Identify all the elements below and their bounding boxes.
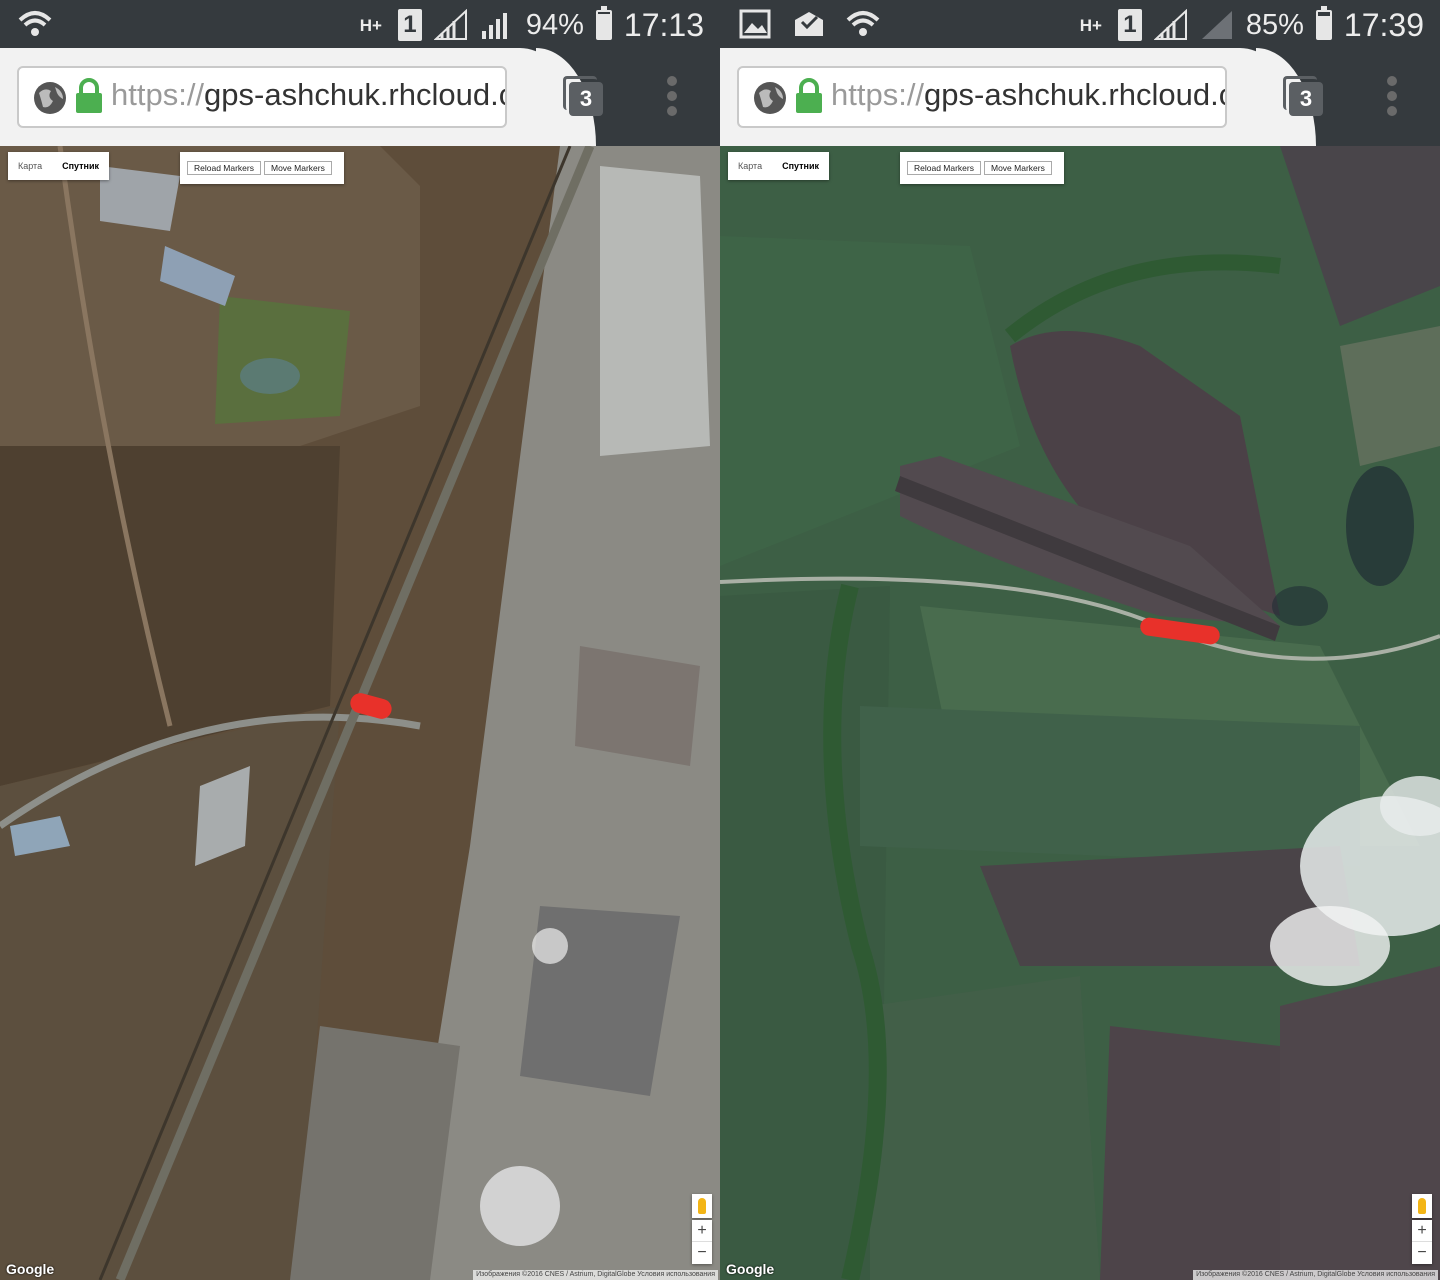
url-text: https://gps-ashchuk.rhcloud.c	[111, 77, 507, 112]
screenshot-left: H+ 1 94% 17:13 https://gps-ashchuk.rhclo…	[0, 0, 720, 1280]
gallery-icon	[739, 9, 771, 39]
zoom-out-button[interactable]: −	[692, 1242, 712, 1264]
reload-markers-button[interactable]: Reload Markers	[187, 161, 261, 175]
lock-icon	[76, 78, 102, 113]
map-attribution[interactable]: Изображения ©2016 CNES / Astrium, Digita…	[1193, 1270, 1438, 1280]
battery-icon	[595, 6, 612, 40]
signal-icon	[1201, 11, 1232, 39]
map-view[interactable]: Карта Спутник Reload Markers Move Marker…	[0, 146, 720, 1280]
clock: 17:13	[623, 6, 704, 43]
google-logo: Google	[6, 1261, 55, 1277]
clock: 17:39	[1343, 6, 1424, 43]
google-logo: Google	[726, 1261, 775, 1277]
zoom-control: + −	[692, 1220, 712, 1264]
marker-controls: Reload Markers Move Markers	[180, 152, 344, 184]
signal-icon	[433, 9, 467, 40]
tab-switcher-button[interactable]: 3	[563, 72, 607, 118]
network-type: H+	[359, 15, 382, 35]
street-view-pegman-icon[interactable]	[1412, 1194, 1432, 1218]
wifi-icon	[18, 11, 52, 36]
battery-icon	[1315, 6, 1332, 40]
overflow-menu-button[interactable]	[1384, 76, 1400, 116]
mail-check-icon	[795, 12, 823, 36]
url-bar[interactable]: https://gps-ashchuk.rhcloud.c	[737, 66, 1227, 128]
marker-controls: Reload Markers Move Markers	[900, 152, 1064, 184]
map-type-map-button[interactable]: Карта	[728, 152, 772, 180]
battery-percent: 94%	[525, 8, 584, 41]
tab-count: 3	[1289, 82, 1323, 116]
url-bar[interactable]: https://gps-ashchuk.rhcloud.c	[17, 66, 507, 128]
lock-icon	[796, 78, 822, 113]
overflow-menu-button[interactable]	[664, 76, 680, 116]
battery-percent: 85%	[1245, 8, 1304, 41]
status-bar: H+ 1 94% 17:13	[0, 0, 720, 48]
zoom-in-button[interactable]: +	[1412, 1220, 1432, 1242]
url-text: https://gps-ashchuk.rhcloud.c	[831, 77, 1227, 112]
move-markers-button[interactable]: Move Markers	[984, 161, 1052, 175]
network-type: H+	[1079, 15, 1102, 35]
map-view[interactable]: Карта Спутник Reload Markers Move Marker…	[720, 146, 1440, 1280]
globe-icon	[34, 82, 66, 114]
tab-count: 3	[569, 82, 603, 116]
map-type-satellite-button[interactable]: Спутник	[772, 152, 829, 180]
zoom-out-button[interactable]: −	[1412, 1242, 1432, 1264]
browser-toolbar: https://gps-ashchuk.rhcloud.c 3	[0, 48, 720, 146]
screenshot-right: H+ 1 85% 17:39 https://gps-ashchuk.rhclo…	[720, 0, 1440, 1280]
move-markers-button[interactable]: Move Markers	[264, 161, 332, 175]
satellite-imagery	[720, 146, 1440, 1280]
signal-icon	[481, 13, 507, 39]
map-type-control: Карта Спутник	[728, 152, 830, 180]
reload-markers-button[interactable]: Reload Markers	[907, 161, 981, 175]
browser-toolbar: https://gps-ashchuk.rhcloud.c 3	[720, 48, 1440, 146]
map-type-control: Карта Спутник	[8, 152, 110, 180]
map-type-map-button[interactable]: Карта	[8, 152, 52, 180]
satellite-imagery	[0, 146, 720, 1280]
street-view-pegman-icon[interactable]	[692, 1194, 712, 1218]
zoom-in-button[interactable]: +	[692, 1220, 712, 1242]
wifi-icon	[846, 11, 880, 36]
globe-icon	[754, 82, 786, 114]
map-type-satellite-button[interactable]: Спутник	[52, 152, 109, 180]
sim-indicator: 1	[1117, 9, 1142, 41]
tab-switcher-button[interactable]: 3	[1283, 72, 1327, 118]
zoom-control: + −	[1412, 1220, 1432, 1264]
sim-indicator: 1	[397, 9, 422, 41]
status-bar: H+ 1 85% 17:39	[720, 0, 1440, 48]
map-attribution[interactable]: Изображения ©2016 CNES / Astrium, Digita…	[473, 1270, 718, 1280]
signal-icon	[1153, 9, 1187, 40]
